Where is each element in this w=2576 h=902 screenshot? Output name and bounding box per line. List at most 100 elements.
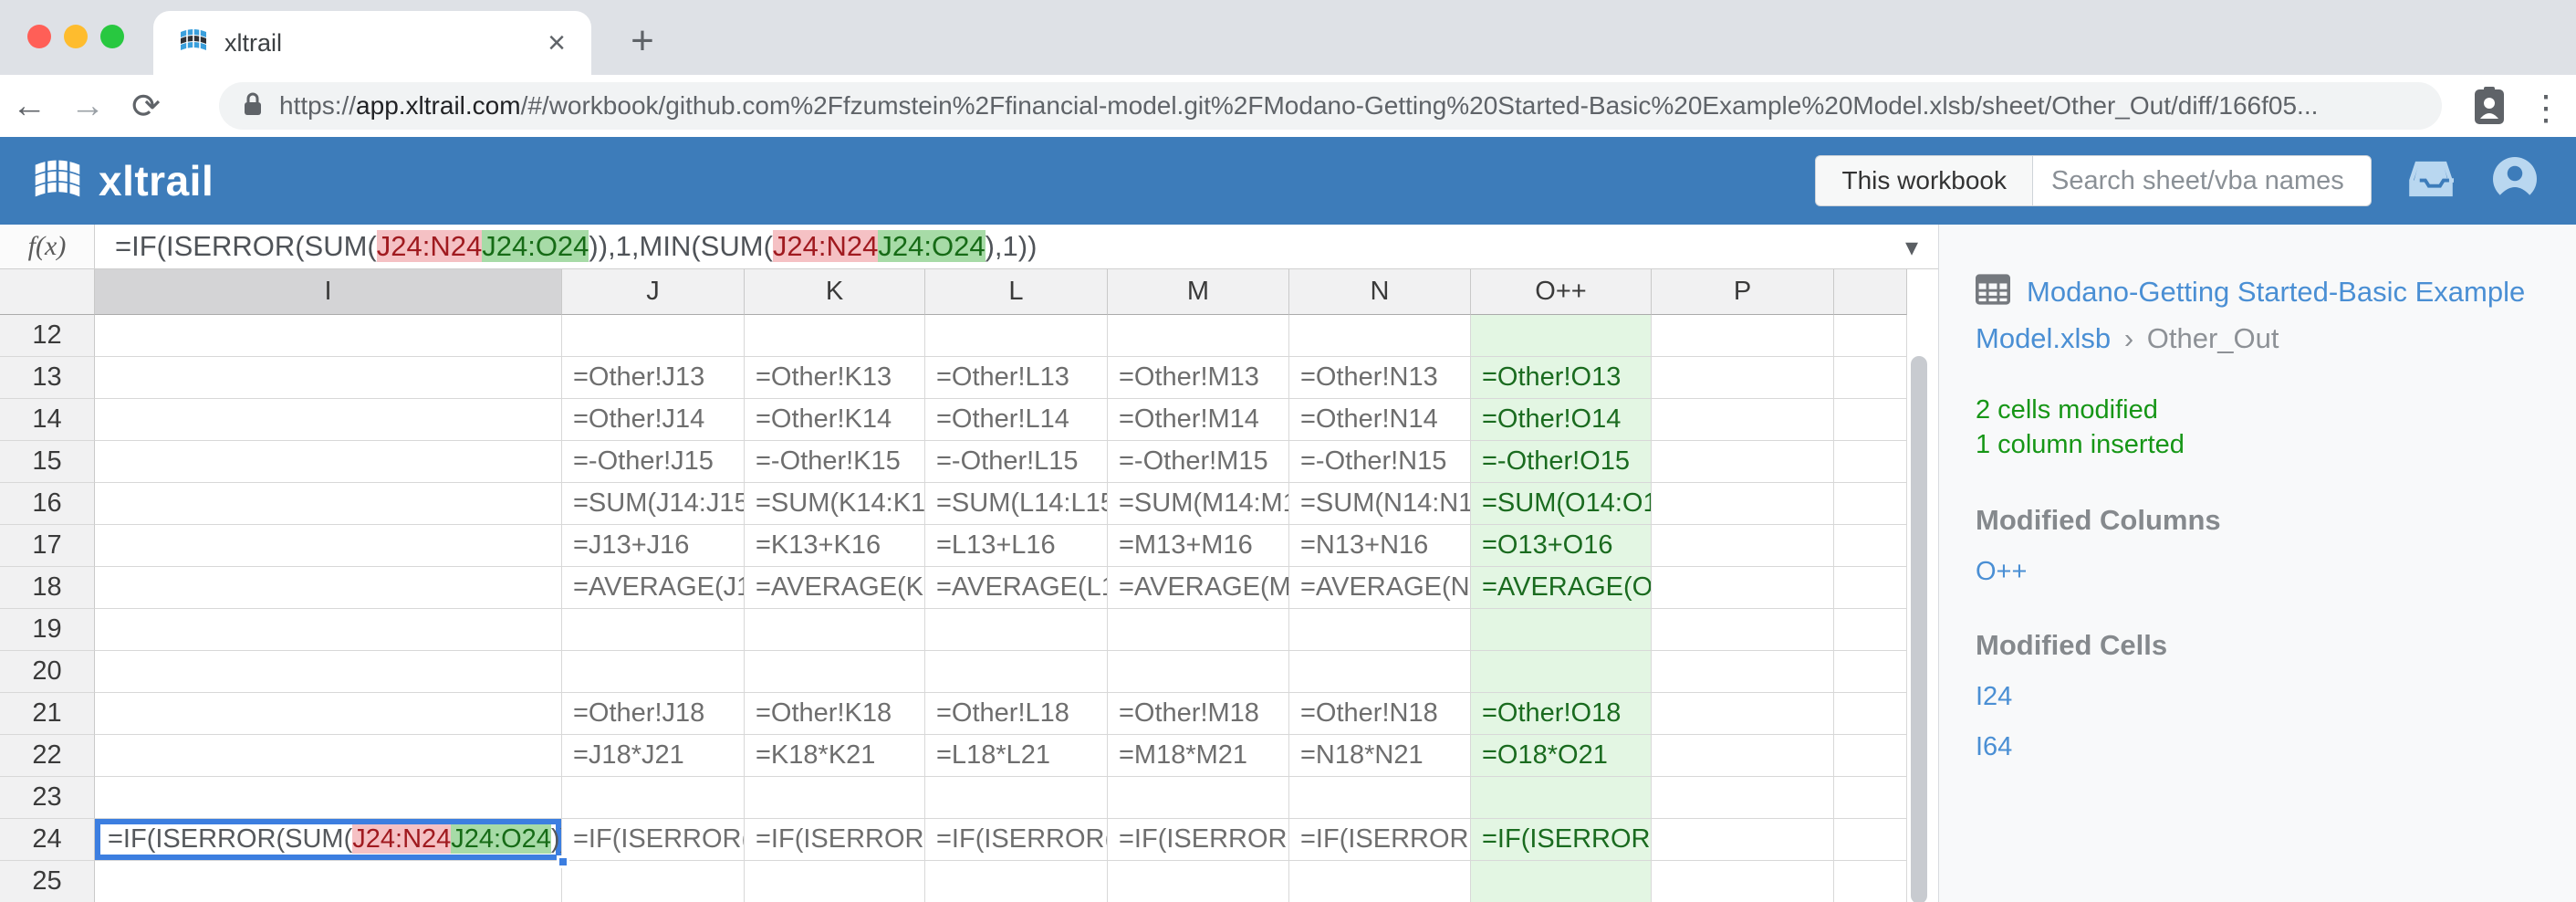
- cell-P22[interactable]: [1652, 735, 1834, 777]
- zoom-window-button[interactable]: [100, 25, 124, 48]
- back-button[interactable]: ←: [0, 87, 58, 126]
- modified-cell-link[interactable]: I24: [1976, 682, 2539, 712]
- cell-partial-23[interactable]: [1834, 777, 1907, 819]
- cell-partial-12[interactable]: [1834, 315, 1907, 357]
- cell-O17[interactable]: =O13+O16: [1471, 525, 1652, 567]
- cell-M22[interactable]: =M18*M21: [1108, 735, 1289, 777]
- cell-I16[interactable]: [95, 483, 562, 525]
- cell-N13[interactable]: =Other!N13: [1289, 357, 1471, 399]
- column-header-O[interactable]: O++: [1471, 269, 1652, 315]
- cell-N23[interactable]: [1289, 777, 1471, 819]
- cell-K19[interactable]: [745, 609, 925, 651]
- cell-K17[interactable]: =K13+K16: [745, 525, 925, 567]
- cell-partial-16[interactable]: [1834, 483, 1907, 525]
- cell-O21[interactable]: =Other!O18: [1471, 693, 1652, 735]
- column-header-partial[interactable]: [1834, 269, 1907, 315]
- cell-I25[interactable]: [95, 861, 562, 902]
- select-all-corner[interactable]: [0, 269, 95, 315]
- cell-L16[interactable]: =SUM(L14:L15): [925, 483, 1108, 525]
- cell-L13[interactable]: =Other!L13: [925, 357, 1108, 399]
- browser-menu-icon[interactable]: ⋮: [2529, 89, 2563, 129]
- fill-handle[interactable]: [557, 855, 569, 868]
- column-header-K[interactable]: K: [745, 269, 925, 315]
- row-header-18[interactable]: 18: [0, 567, 95, 609]
- cell-K15[interactable]: =-Other!K15: [745, 441, 925, 483]
- formula-expand-caret-icon[interactable]: ▾: [1905, 232, 1918, 262]
- cell-M13[interactable]: =Other!M13: [1108, 357, 1289, 399]
- reload-button[interactable]: ⟳: [117, 86, 175, 127]
- cell-P13[interactable]: [1652, 357, 1834, 399]
- cell-P18[interactable]: [1652, 567, 1834, 609]
- cell-P14[interactable]: [1652, 399, 1834, 441]
- cell-partial-13[interactable]: [1834, 357, 1907, 399]
- cell-J19[interactable]: [562, 609, 745, 651]
- cell-K21[interactable]: =Other!K18: [745, 693, 925, 735]
- cell-J21[interactable]: =Other!J18: [562, 693, 745, 735]
- this-workbook-button[interactable]: This workbook: [1815, 155, 2032, 206]
- cell-N24[interactable]: =IF(ISERROR(N: [1289, 819, 1471, 861]
- cell-O13[interactable]: =Other!O13: [1471, 357, 1652, 399]
- row-header-23[interactable]: 23: [0, 777, 95, 819]
- cell-P17[interactable]: [1652, 525, 1834, 567]
- cell-I14[interactable]: [95, 399, 562, 441]
- cell-L22[interactable]: =L18*L21: [925, 735, 1108, 777]
- column-header-N[interactable]: N: [1289, 269, 1471, 315]
- cell-L24[interactable]: =IF(ISERROR(L: [925, 819, 1108, 861]
- cell-K14[interactable]: =Other!K14: [745, 399, 925, 441]
- cell-partial-18[interactable]: [1834, 567, 1907, 609]
- cell-N21[interactable]: =Other!N18: [1289, 693, 1471, 735]
- cell-N17[interactable]: =N13+N16: [1289, 525, 1471, 567]
- row-header-25[interactable]: 25: [0, 861, 95, 902]
- cell-O15[interactable]: =-Other!O15: [1471, 441, 1652, 483]
- cell-M24[interactable]: =IF(ISERROR(M: [1108, 819, 1289, 861]
- cell-M15[interactable]: =-Other!M15: [1108, 441, 1289, 483]
- user-avatar[interactable]: [2490, 154, 2539, 208]
- cell-I24[interactable]: =IF(ISERROR(SUM(J24:N24J24:O24)),1,MIN(S…: [95, 819, 562, 861]
- cell-partial-21[interactable]: [1834, 693, 1907, 735]
- cell-L17[interactable]: =L13+L16: [925, 525, 1108, 567]
- cell-J24[interactable]: =IF(ISERROR(J: [562, 819, 745, 861]
- column-header-J[interactable]: J: [562, 269, 745, 315]
- row-header-14[interactable]: 14: [0, 399, 95, 441]
- cell-P21[interactable]: [1652, 693, 1834, 735]
- cell-O23[interactable]: [1471, 777, 1652, 819]
- cell-I17[interactable]: [95, 525, 562, 567]
- cell-L23[interactable]: [925, 777, 1108, 819]
- cell-P16[interactable]: [1652, 483, 1834, 525]
- vertical-scrollbar-thumb[interactable]: [1911, 356, 1927, 902]
- cell-I21[interactable]: [95, 693, 562, 735]
- minimize-window-button[interactable]: [64, 25, 88, 48]
- new-tab-button[interactable]: +: [617, 16, 668, 68]
- cell-P25[interactable]: [1652, 861, 1834, 902]
- cell-N15[interactable]: =-Other!N15: [1289, 441, 1471, 483]
- cell-M19[interactable]: [1108, 609, 1289, 651]
- cell-partial-14[interactable]: [1834, 399, 1907, 441]
- cell-I12[interactable]: [95, 315, 562, 357]
- row-header-16[interactable]: 16: [0, 483, 95, 525]
- cell-L25[interactable]: [925, 861, 1108, 902]
- cell-N19[interactable]: [1289, 609, 1471, 651]
- xltrail-logo[interactable]: xltrail: [31, 156, 214, 205]
- cell-P15[interactable]: [1652, 441, 1834, 483]
- cell-M17[interactable]: =M13+M16: [1108, 525, 1289, 567]
- cell-N25[interactable]: [1289, 861, 1471, 902]
- cell-K25[interactable]: [745, 861, 925, 902]
- cell-O18[interactable]: =AVERAGE(O13: [1471, 567, 1652, 609]
- cell-I20[interactable]: [95, 651, 562, 693]
- inbox-icon[interactable]: [2408, 158, 2454, 205]
- cell-N12[interactable]: [1289, 315, 1471, 357]
- cell-J14[interactable]: =Other!J14: [562, 399, 745, 441]
- row-header-17[interactable]: 17: [0, 525, 95, 567]
- formula-input[interactable]: =IF(ISERROR(SUM(J24:N24J24:O24)),1,MIN(S…: [115, 230, 1938, 263]
- column-header-P[interactable]: P: [1652, 269, 1834, 315]
- cell-M20[interactable]: [1108, 651, 1289, 693]
- cell-J12[interactable]: [562, 315, 745, 357]
- browser-tab[interactable]: xltrail ×: [153, 11, 591, 75]
- cell-M21[interactable]: =Other!M18: [1108, 693, 1289, 735]
- cell-P19[interactable]: [1652, 609, 1834, 651]
- cell-K23[interactable]: [745, 777, 925, 819]
- cell-M23[interactable]: [1108, 777, 1289, 819]
- cell-N16[interactable]: =SUM(N14:N15): [1289, 483, 1471, 525]
- cell-P23[interactable]: [1652, 777, 1834, 819]
- cell-partial-17[interactable]: [1834, 525, 1907, 567]
